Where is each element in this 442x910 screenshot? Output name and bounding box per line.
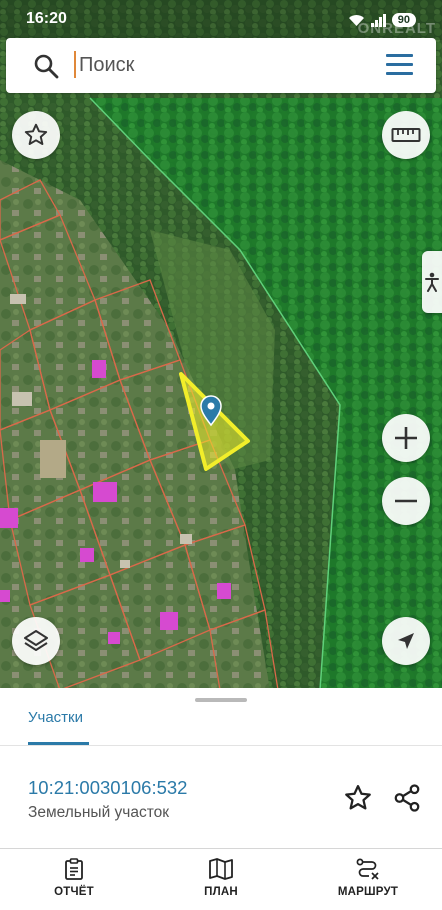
tab-parcels[interactable]: Участки — [28, 709, 83, 726]
navigation-arrow-icon — [398, 633, 414, 649]
minus-icon — [395, 499, 417, 503]
text-cursor — [74, 51, 76, 78]
ruler-button[interactable] — [382, 111, 430, 159]
nav-route-label: МАРШРУТ — [337, 886, 399, 898]
star-icon — [24, 123, 48, 145]
clipboard-icon — [65, 858, 83, 880]
search-bar — [6, 38, 436, 93]
nav-plan-label: ПЛАН — [204, 886, 238, 898]
satellite-map[interactable] — [0, 0, 442, 690]
share-icon[interactable] — [392, 783, 422, 813]
search-input[interactable] — [79, 48, 379, 82]
plus-icon — [395, 427, 417, 449]
cadastral-number[interactable]: 10:21:0030106:532 — [28, 777, 187, 799]
nav-plan[interactable]: ПЛАН — [171, 857, 271, 907]
favorite-star-icon[interactable] — [343, 783, 373, 813]
layers-icon — [24, 630, 48, 651]
divider — [0, 745, 442, 746]
layers-button[interactable] — [12, 617, 60, 665]
drag-handle[interactable] — [195, 698, 247, 702]
map-view[interactable]: 16:20 90 ONREALT — [0, 0, 442, 690]
menu-icon[interactable] — [386, 54, 413, 76]
route-icon — [356, 858, 379, 880]
person-icon — [425, 272, 439, 292]
bottom-navigation: ОТЧЁТ ПЛАН МАРШРУТ — [0, 848, 442, 910]
ruler-icon — [391, 128, 421, 142]
zoom-in-button[interactable] — [382, 414, 430, 462]
street-view-tab[interactable] — [422, 251, 442, 313]
map-icon — [209, 858, 233, 880]
parcel-type: Земельный участок — [28, 804, 170, 821]
nav-report-label: ОТЧЁТ — [54, 886, 94, 898]
search-icon[interactable] — [33, 53, 59, 79]
watermark: ONREALT — [357, 20, 436, 37]
zoom-out-button[interactable] — [382, 477, 430, 525]
nav-route[interactable]: МАРШРУТ — [318, 857, 418, 907]
my-location-button[interactable] — [382, 617, 430, 665]
nav-report[interactable]: ОТЧЁТ — [24, 857, 124, 907]
favorites-button[interactable] — [12, 111, 60, 159]
status-time: 16:20 — [26, 10, 67, 27]
bottom-sheet: Участки 10:21:0030106:532 Земельный учас… — [0, 688, 442, 850]
status-bar: 16:20 90 ONREALT — [0, 0, 442, 40]
